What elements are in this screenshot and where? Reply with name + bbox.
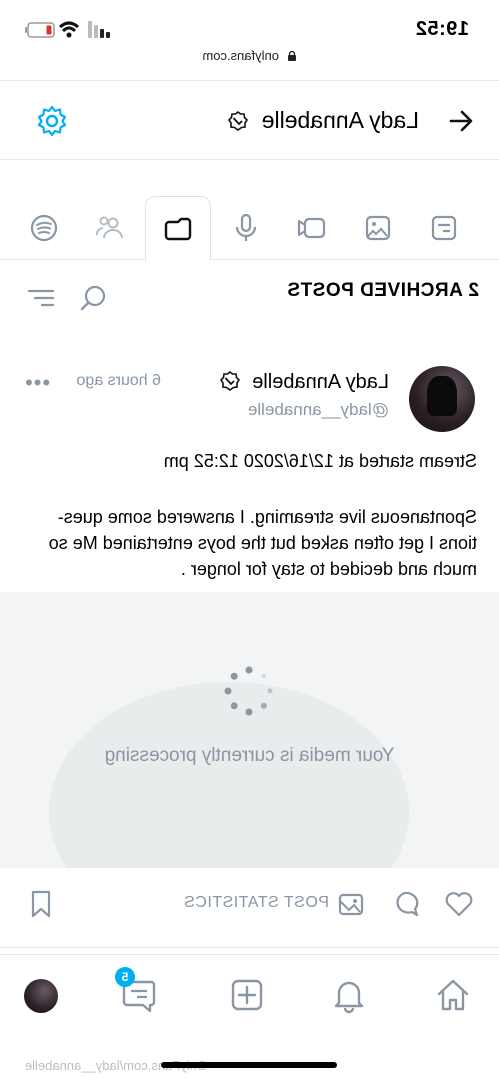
post-actions: POST STATISTICS xyxy=(0,868,499,948)
post-time: 6 hours ago xyxy=(76,372,161,389)
tip-image-icon[interactable] xyxy=(335,888,367,920)
post-statistics-text: POST STATISTICS xyxy=(183,894,329,911)
url-text: onlyfans.com xyxy=(202,48,279,63)
tab-photos[interactable] xyxy=(345,196,411,260)
status-bar: 19:52 xyxy=(0,0,499,48)
mirrored-page: 19:52 onlyfans.com Lady Annabelle 2 ARCH… xyxy=(0,0,499,1079)
video-icon xyxy=(297,217,326,239)
profile-header: Lady Annabelle xyxy=(0,80,499,160)
sort-icon[interactable] xyxy=(25,282,57,314)
tab-spotify[interactable] xyxy=(11,196,77,260)
microphone-icon xyxy=(235,213,257,241)
users-icon xyxy=(95,216,123,239)
comment-icon[interactable] xyxy=(389,888,421,920)
status-time: 19:52 xyxy=(415,18,469,40)
bell-icon[interactable] xyxy=(329,975,369,1015)
cellular-icon xyxy=(88,21,110,38)
post-stream-line: Stream started at 12/16/2020 12:52 pm xyxy=(163,451,477,471)
media-tabs xyxy=(0,160,499,261)
archived-posts-heading: 2 ARCHIVED POSTS xyxy=(286,280,479,301)
verified-icon xyxy=(228,110,249,131)
bottom-nav: 5 xyxy=(0,954,499,1034)
more-options-icon[interactable]: ••• xyxy=(24,370,50,396)
status-icons xyxy=(25,21,110,38)
tab-streams[interactable] xyxy=(77,196,143,260)
media-placeholder: Your media is currently processing xyxy=(0,592,499,868)
tab-audio[interactable] xyxy=(213,196,279,260)
messages-badge: 5 xyxy=(115,967,135,987)
gear-icon[interactable] xyxy=(34,103,70,139)
url-bar[interactable]: onlyfans.com xyxy=(0,48,499,80)
avatar[interactable] xyxy=(409,366,475,432)
post-handle[interactable]: @lady__annabelle xyxy=(248,400,389,420)
wifi-icon xyxy=(59,21,79,38)
verified-icon xyxy=(219,370,240,391)
profile-avatar[interactable] xyxy=(24,979,58,1013)
folder-icon xyxy=(164,217,192,240)
add-post-icon[interactable] xyxy=(227,975,267,1015)
list-icon xyxy=(431,215,457,241)
post-header: Lady Annabelle @lady__annabelle 6 hours … xyxy=(0,362,499,442)
search-icon[interactable] xyxy=(77,282,109,314)
image-icon xyxy=(365,215,391,241)
page-title: Lady Annabelle xyxy=(227,107,419,134)
bookmark-icon[interactable] xyxy=(25,888,57,920)
back-arrow-icon[interactable] xyxy=(445,105,477,137)
media-processing-text: Your media is currently processing xyxy=(104,745,395,766)
tab-archived[interactable] xyxy=(145,196,211,261)
tab-videos[interactable] xyxy=(279,196,345,260)
like-heart-icon[interactable] xyxy=(443,888,475,920)
home-icon[interactable] xyxy=(433,975,473,1015)
post-author-name: Lady Annabelle xyxy=(252,371,389,393)
tab-posts[interactable] xyxy=(411,196,477,260)
spotify-icon xyxy=(30,214,58,242)
battery-icon xyxy=(25,22,55,38)
post-statistics-link[interactable]: POST STATISTICS xyxy=(184,894,329,912)
post-body: Spontaneous live streaming. I answered s… xyxy=(48,507,477,579)
loading-spinner-icon xyxy=(224,666,273,716)
post-author[interactable]: Lady Annabelle xyxy=(219,370,389,394)
home-indicator xyxy=(161,1062,337,1068)
page-title-text: Lady Annabelle xyxy=(261,107,419,133)
lock-icon xyxy=(287,51,296,61)
